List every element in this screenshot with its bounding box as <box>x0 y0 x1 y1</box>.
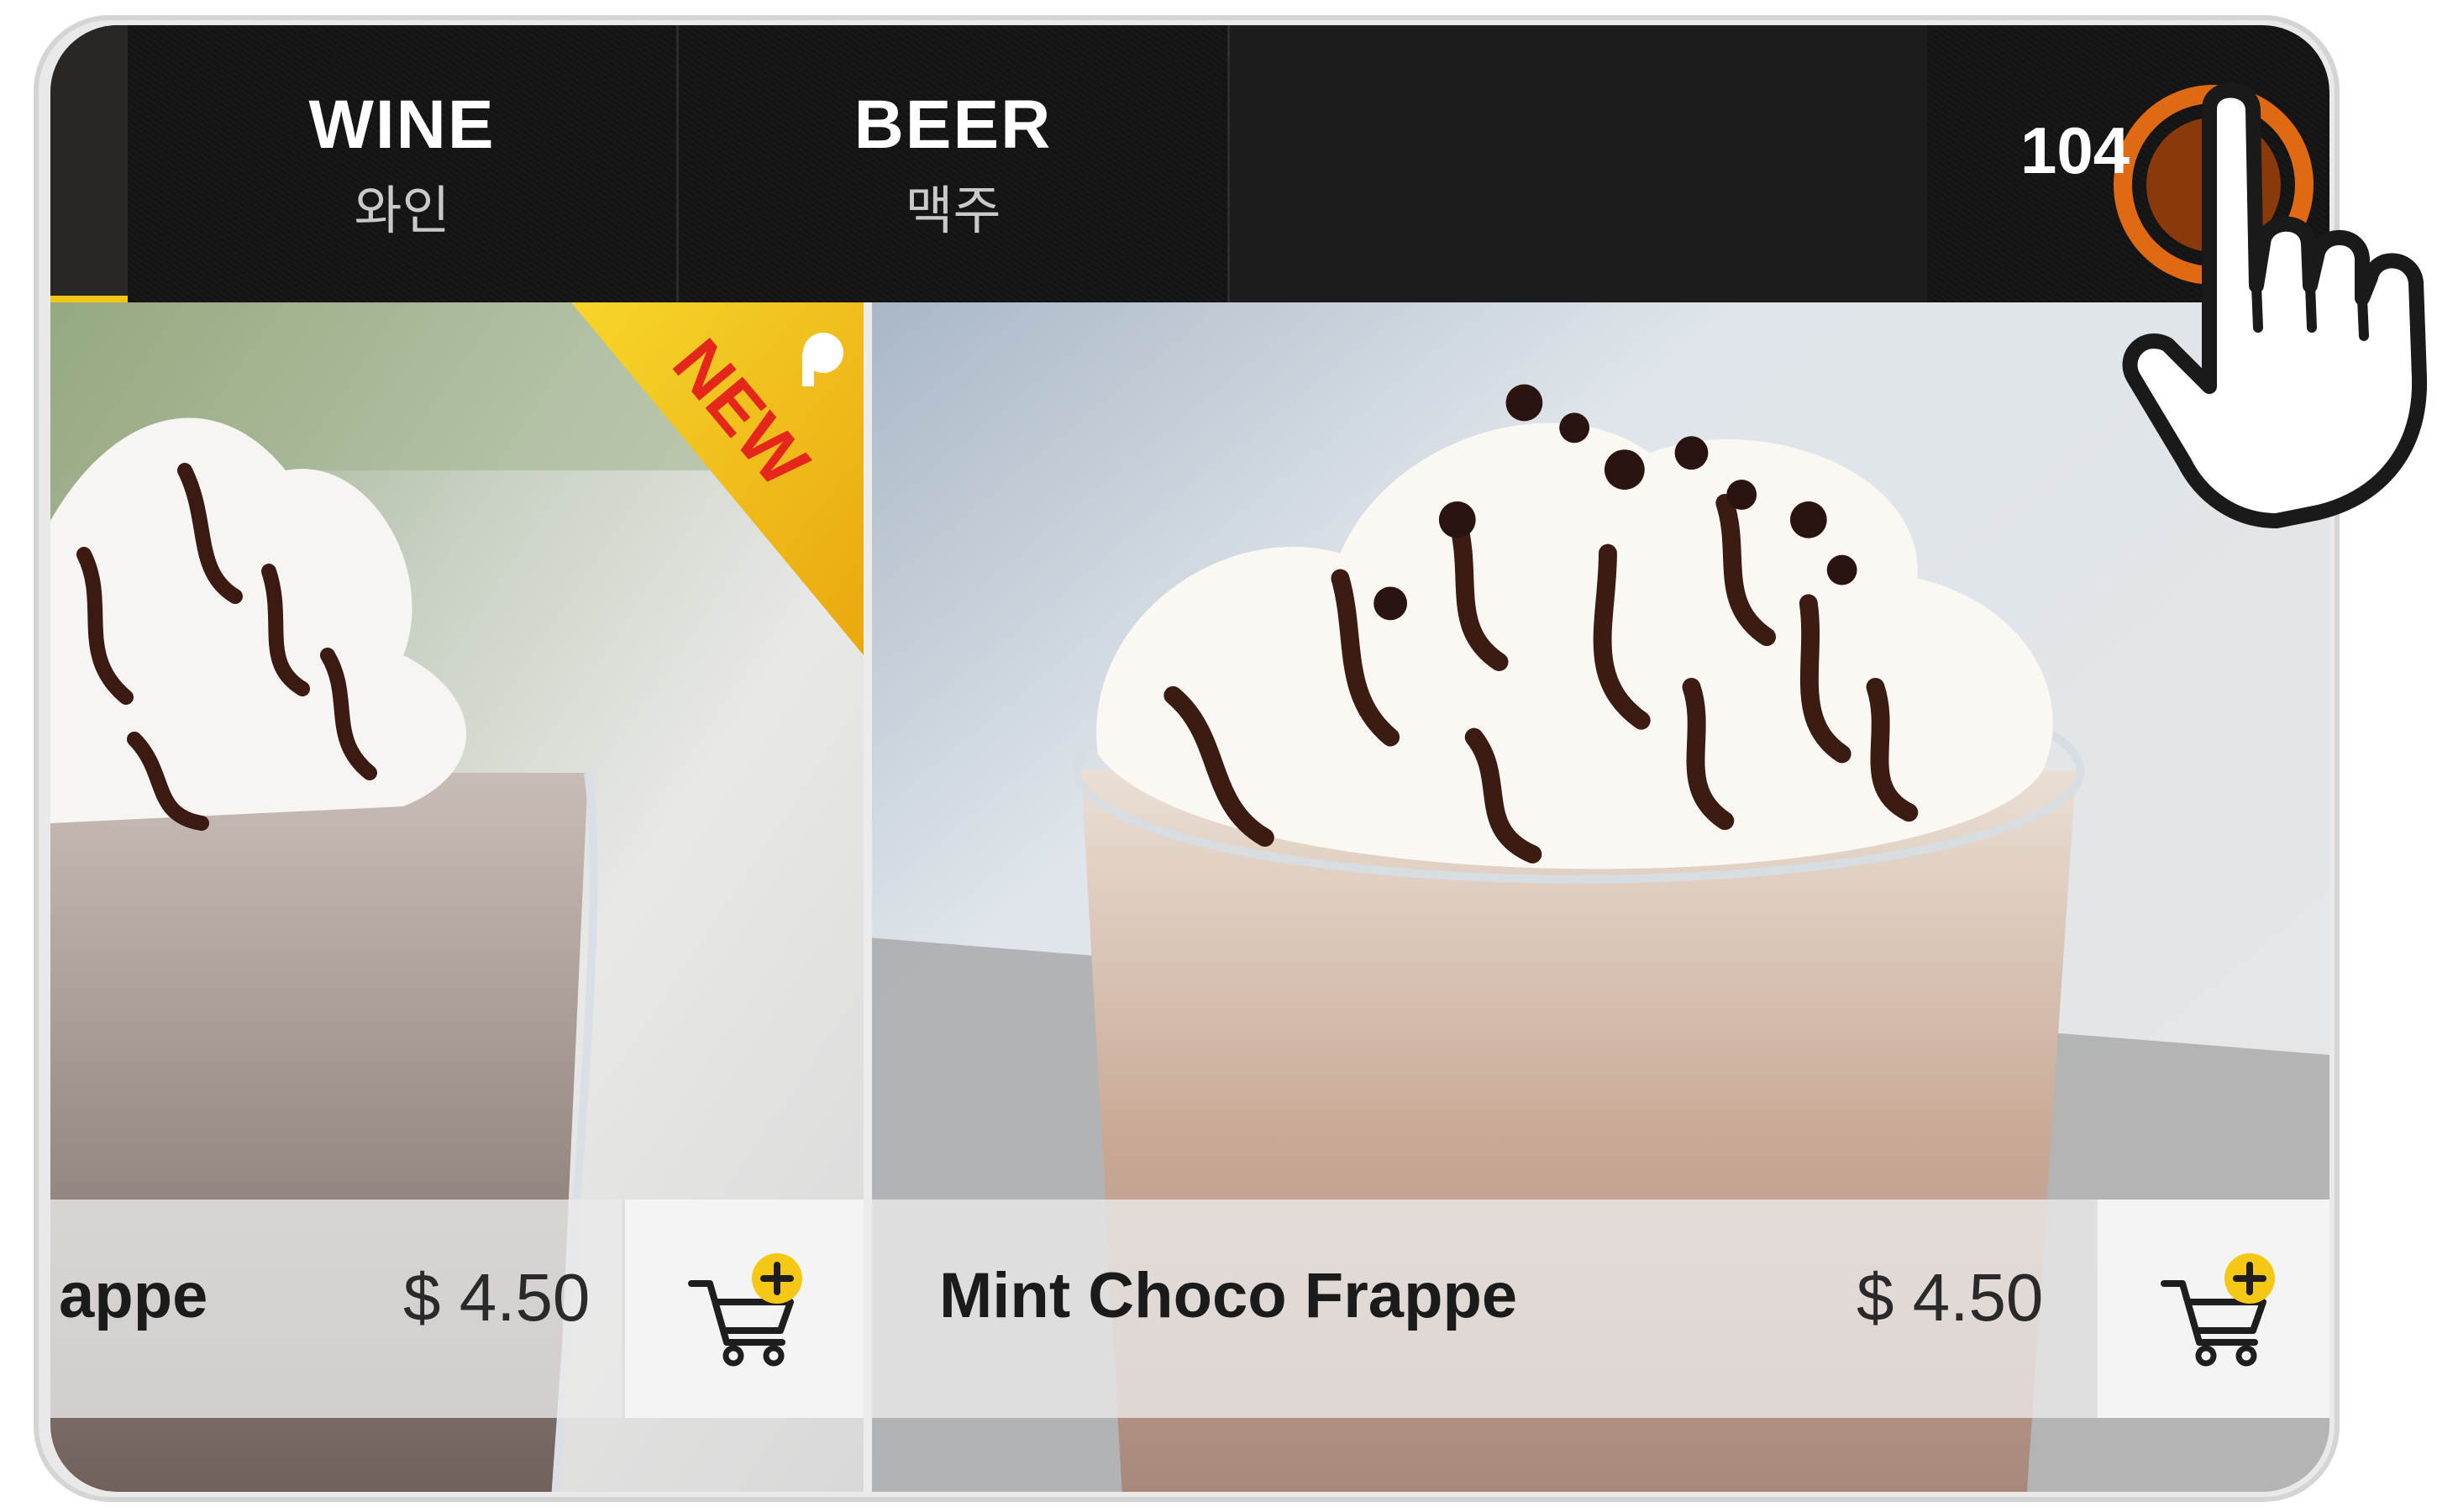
product-grid: NEW appe $ 4.50 Mint Choco Frappe $ 4.50 <box>50 302 2329 1492</box>
new-badge: NEW <box>571 302 864 655</box>
add-to-cart-button[interactable] <box>2094 1200 2329 1418</box>
active-tab-indicator <box>50 296 128 302</box>
tab-beer[interactable]: BEER 맥주 <box>679 25 1230 302</box>
kiosk-screen: WINE 와인 BEER 맥주 NEW appe $ 4.50 Mint Cho… <box>50 25 2329 1492</box>
tab-wine-subtitle: 와인 <box>354 180 450 241</box>
cart-add-icon <box>2161 1253 2275 1367</box>
cart-add-icon <box>688 1253 802 1367</box>
add-to-cart-button[interactable] <box>622 1200 864 1418</box>
tab-beer-title: BEER <box>853 87 1053 163</box>
product-card[interactable]: NEW appe $ 4.50 <box>50 302 864 1492</box>
device-frame: WINE 와인 BEER 맥주 NEW appe $ 4.50 Mint Cho… <box>34 15 2340 1502</box>
tab-wine[interactable]: WINE 와인 <box>128 25 679 302</box>
tab-previous[interactable] <box>50 25 128 296</box>
tab-empty-slot <box>1230 25 1927 302</box>
product-name: appe <box>59 1260 208 1331</box>
product-price: $ 4.50 <box>403 1260 591 1335</box>
product-price: $ 4.50 <box>1857 1260 2044 1335</box>
category-bar: WINE 와인 BEER 맥주 <box>50 25 2329 302</box>
card-divider <box>864 302 872 1492</box>
hand-pointer-icon <box>2122 82 2428 528</box>
tab-beer-subtitle: 맥주 <box>905 180 1001 241</box>
tab-wine-title: WINE <box>308 87 496 163</box>
product-name: Mint Choco Frappe <box>939 1260 1518 1331</box>
